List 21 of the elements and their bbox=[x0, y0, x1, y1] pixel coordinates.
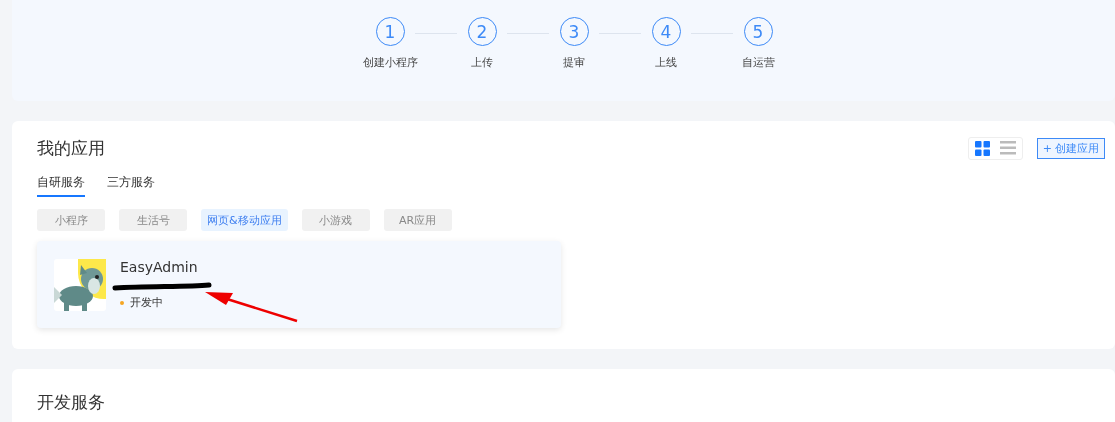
list-icon bbox=[999, 141, 1016, 155]
grid-icon bbox=[974, 141, 990, 156]
app-status: 开发中 bbox=[120, 295, 198, 310]
app-name: EasyAdmin bbox=[120, 259, 198, 275]
section-title: 我的应用 bbox=[37, 137, 105, 160]
step-label: 提审 bbox=[563, 55, 585, 70]
tab[interactable]: 自研服务 bbox=[37, 174, 85, 197]
category-chip[interactable]: 小游戏 bbox=[301, 209, 370, 231]
create-app-button[interactable]: + 创建应用 bbox=[1036, 138, 1105, 159]
step-label: 自运营 bbox=[741, 55, 775, 70]
step-label: 创建小程序 bbox=[362, 55, 418, 70]
category-chip[interactable]: 生活号 bbox=[119, 209, 187, 231]
step-label: 上传 bbox=[471, 55, 493, 70]
category-chip[interactable]: 网页&移动应用 bbox=[201, 209, 288, 231]
category-chip[interactable]: 小程序 bbox=[37, 209, 105, 231]
tab[interactable]: 三方服务 bbox=[107, 174, 155, 197]
dog-icon bbox=[54, 258, 106, 311]
step-label: 上线 bbox=[655, 55, 677, 70]
section-title: 开发服务 bbox=[37, 392, 105, 412]
app-card[interactable]: EasyAdmin 开发中 bbox=[37, 241, 561, 328]
category-chip[interactable]: AR应用 bbox=[383, 209, 452, 231]
